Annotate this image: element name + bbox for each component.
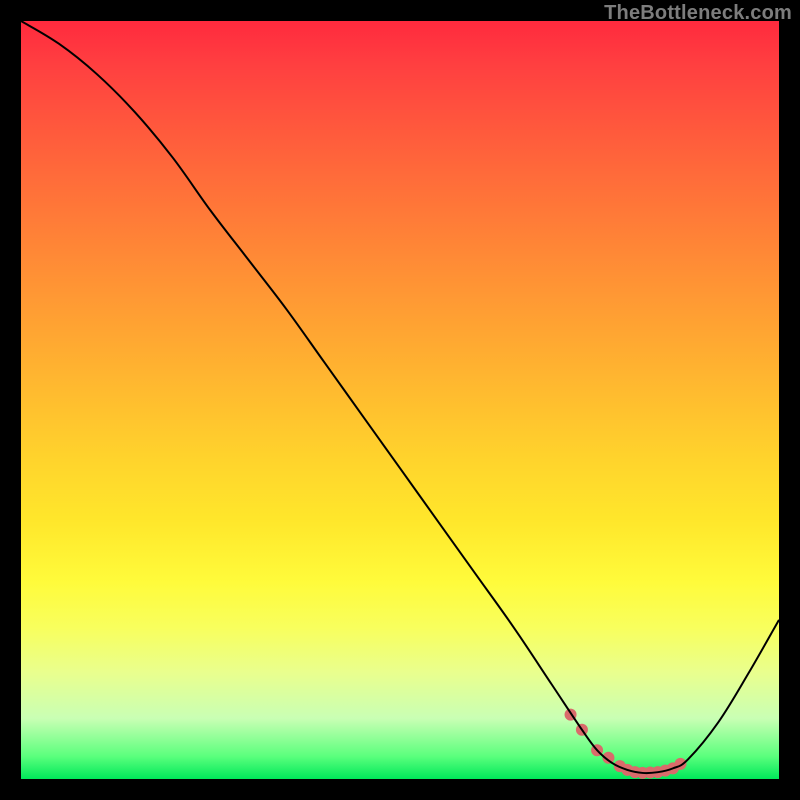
bottleneck-curve bbox=[21, 21, 779, 773]
chart-plot-area bbox=[21, 21, 779, 779]
chart-svg bbox=[21, 21, 779, 779]
watermark-text: TheBottleneck.com bbox=[604, 2, 792, 25]
chart-frame: TheBottleneck.com bbox=[0, 0, 800, 800]
